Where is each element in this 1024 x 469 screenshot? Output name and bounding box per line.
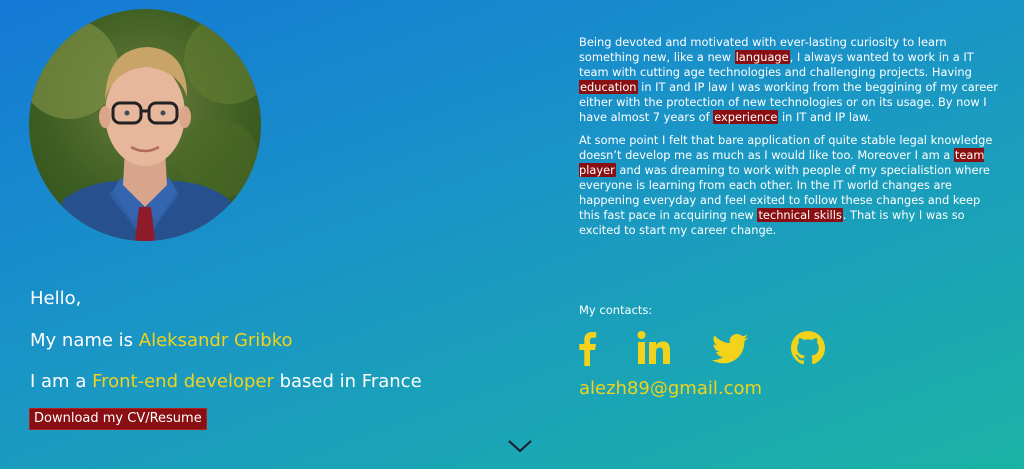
about-section: Being devoted and motivated with ever-la… [579,35,999,246]
name-prefix: My name is [30,330,139,351]
contacts-label: My contacts: [579,303,653,317]
highlight-language: language [734,50,790,64]
scroll-down-chevron-icon[interactable] [507,438,533,454]
highlight-experience: experience [713,110,779,124]
github-icon[interactable] [790,330,826,366]
intro-section: Hello, My name is Aleksandr Gribko I am … [0,0,540,469]
profile-photo [29,9,261,241]
role-prefix: I am a [30,371,93,392]
download-cv-button[interactable]: Download my CV/Resume [29,408,207,430]
linkedin-icon[interactable] [636,330,672,366]
role-title: Front-end developer [92,371,274,392]
greeting-role: I am a Front-end developer based in Fran… [30,371,422,393]
highlight-technical-skills: technical skills [757,208,843,222]
facebook-icon[interactable] [576,330,598,366]
about-text: At some point I felt that bare applicati… [579,133,993,162]
greeting-name: My name is Aleksandr Gribko [30,330,293,352]
role-suffix: based in France [273,371,422,392]
twitter-icon[interactable] [712,330,750,366]
about-text: in IT and IP law. [778,110,871,124]
highlight-education: education [579,80,638,94]
greeting-hello: Hello, [30,288,82,309]
person-name: Aleksandr Gribko [138,330,293,351]
profile-portrait-image [29,14,261,241]
about-paragraph-2: At some point I felt that bare applicati… [579,133,999,238]
email-link[interactable]: alezh89@gmail.com [579,378,762,399]
about-paragraph-1: Being devoted and motivated with ever-la… [579,35,999,125]
